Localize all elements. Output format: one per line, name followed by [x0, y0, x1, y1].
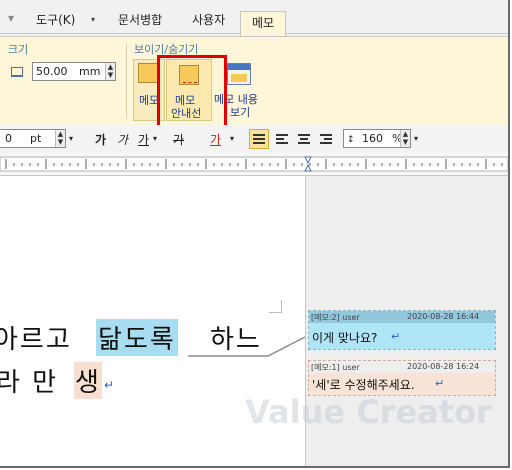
memo-1-body[interactable]: '세'로 수정해주세요. ↵	[309, 373, 495, 395]
memo-1-paragraph-mark: ↵	[435, 377, 445, 390]
memo-2-body[interactable]: 이게 맞나요? ↵	[309, 323, 495, 349]
memo-2-timestamp: 2020-08-28 16:44	[407, 312, 480, 321]
app-window: ▾ 도구(K) ▾ 문서병합 사용자 메모 크기 50.00 mm ▲ ▼ 보이…	[0, 0, 510, 468]
memo-2-text: 이게 맞나요?	[312, 331, 378, 345]
memo-2[interactable]: [메모:2] user 2020-08-28 16:44 이게 맞나요? ↵	[308, 310, 496, 350]
memo-2-paragraph-mark: ↵	[391, 330, 401, 343]
memo-2-header-label: [메모:2] user	[311, 313, 360, 322]
memo-1-text: '세'로 수정해주세요.	[312, 378, 415, 392]
memo-1-timestamp: 2020-08-28 16:24	[407, 362, 480, 371]
watermark-logo: Value Creator	[245, 393, 492, 431]
memo-1[interactable]: [메모:1] user 2020-08-28 16:24 '세'로 수정해주세요…	[308, 360, 496, 396]
memo-2-header: [메모:2] user 2020-08-28 16:44	[309, 311, 495, 323]
memo-1-header-label: [메모:1] user	[311, 363, 360, 372]
memo-1-header: [메모:1] user 2020-08-28 16:24	[309, 361, 495, 373]
